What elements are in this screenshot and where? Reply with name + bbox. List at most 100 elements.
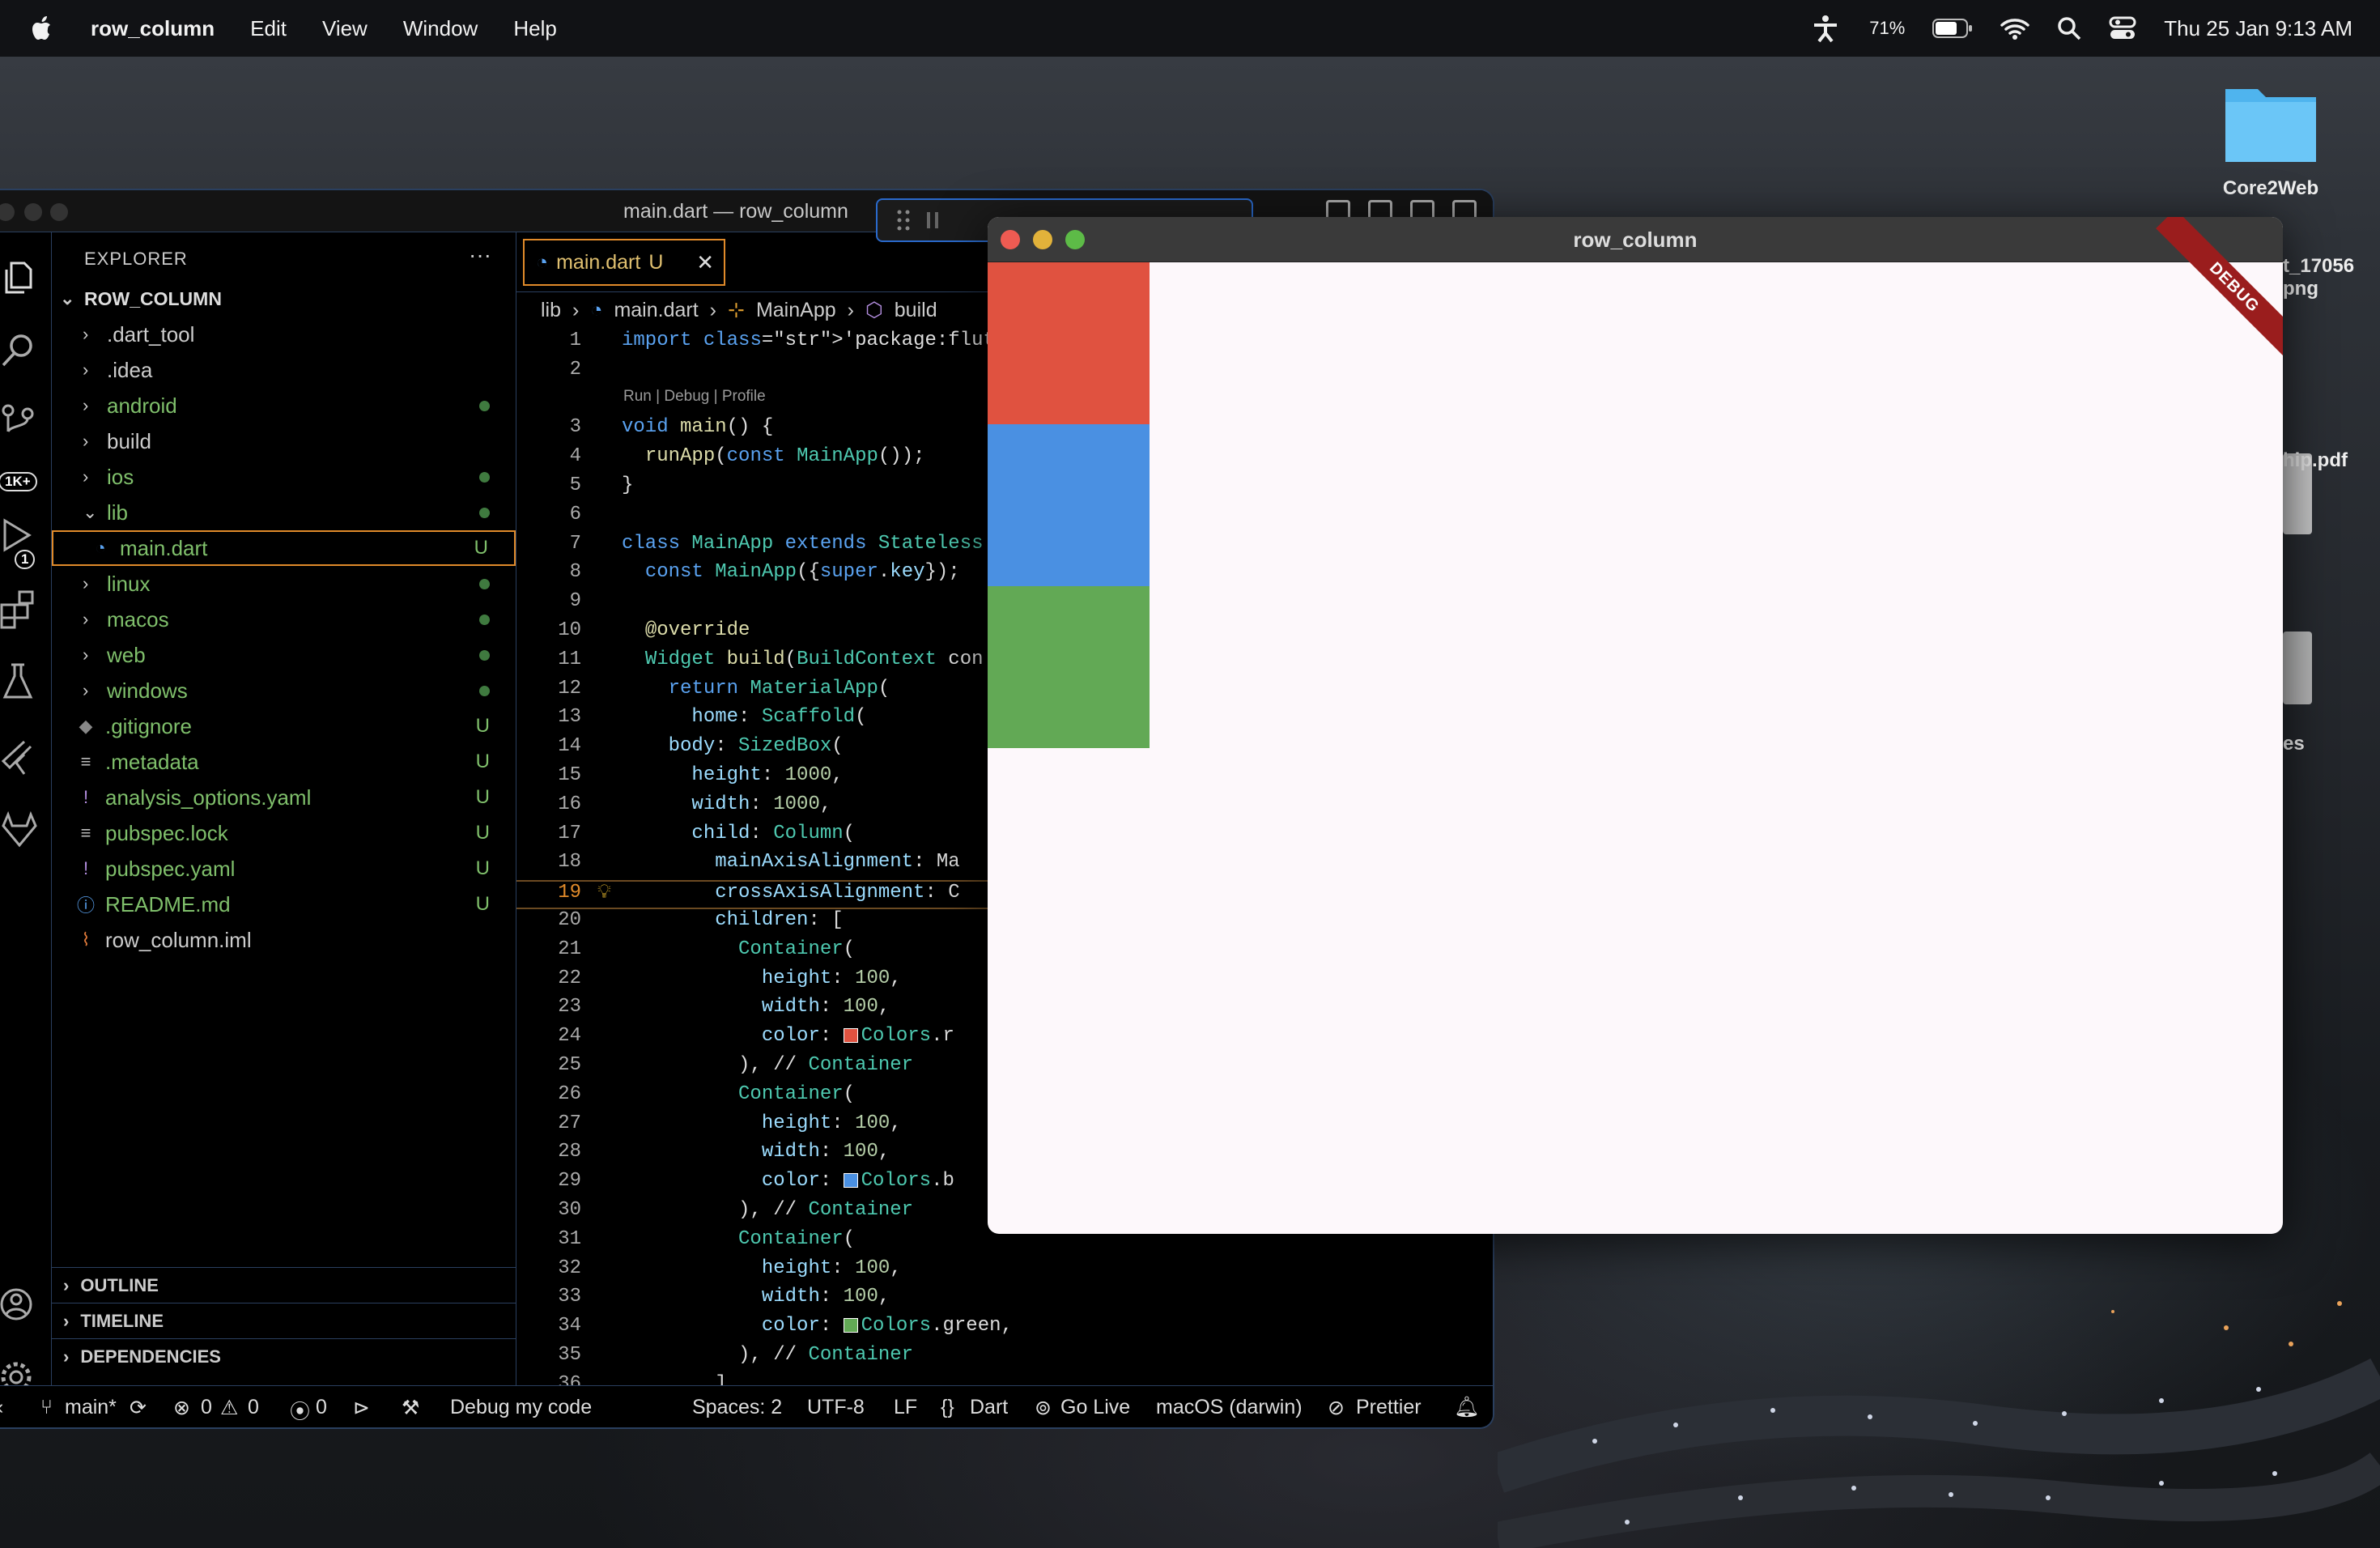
breadcrumb-class[interactable]: MainApp	[756, 299, 836, 322]
source-control-icon[interactable]	[0, 402, 40, 443]
chevron-down-icon: ⌄	[83, 502, 98, 522]
tree-item[interactable]: ≡ .metadata U	[52, 744, 516, 780]
accounts-icon[interactable]	[0, 1285, 40, 1325]
tree-item[interactable]: ≡ pubspec.lock U	[52, 815, 516, 851]
desktop-file-thumb[interactable]	[2283, 453, 2312, 534]
drag-handle-icon[interactable]	[895, 208, 912, 232]
chevron-right-icon: ›	[83, 466, 89, 487]
tree-item[interactable]: › .idea	[52, 352, 516, 388]
section-outline[interactable]: › OUTLINE	[52, 1267, 516, 1303]
error-icon: ⊗	[173, 1397, 190, 1419]
codelens-text[interactable]: Run | Debug | Profile	[623, 388, 766, 406]
code-line[interactable]: 35 ), // Container	[516, 1344, 1493, 1373]
remote-icon[interactable]: ‹	[0, 1396, 3, 1419]
tree-item[interactable]: › android	[52, 388, 516, 423]
more-actions-icon[interactable]: ···	[469, 242, 491, 268]
code-text: void main() {	[622, 416, 774, 439]
app-zoom-button[interactable]	[1065, 230, 1085, 249]
status-ports[interactable]: 0	[316, 1396, 327, 1419]
tree-item-label: linux	[107, 571, 151, 596]
app-minimize-button[interactable]	[1033, 230, 1052, 249]
breadcrumb-file[interactable]: main.dart	[614, 299, 698, 322]
tree-item[interactable]: ⌄ lib	[52, 495, 516, 530]
status-language[interactable]: Dart	[970, 1396, 1008, 1419]
tree-item-label: .dart_tool	[107, 321, 195, 347]
desktop-file-partial[interactable]: es	[2283, 733, 2372, 755]
battery-percent: 71%	[1869, 18, 1906, 38]
code-line[interactable]: 32 height: 100,	[516, 1257, 1493, 1286]
tab-main-dart[interactable]: ◔ main.dart U ✕	[523, 239, 725, 286]
minimize-button[interactable]	[24, 203, 42, 221]
tree-item[interactable]: ◆ .gitignore U	[52, 708, 516, 744]
notifications-icon[interactable]: 🔔︎	[1454, 1396, 1480, 1419]
sync-icon[interactable]: ⟳	[130, 1396, 147, 1420]
menu-help[interactable]: Help	[513, 16, 556, 41]
code-line[interactable]: 34 color: Colors.green,	[516, 1315, 1493, 1344]
status-warnings[interactable]: 0	[248, 1396, 259, 1419]
section-timeline[interactable]: › TIMELINE	[52, 1303, 516, 1338]
tree-item[interactable]: ⌇ row_column.iml	[52, 922, 516, 958]
desktop-file-png-ext: png	[2283, 278, 2318, 300]
app-close-button[interactable]	[1001, 230, 1020, 249]
status-errors[interactable]: 0	[201, 1396, 212, 1419]
search-icon[interactable]	[0, 330, 40, 370]
status-debug[interactable]: Debug my code	[450, 1396, 592, 1419]
search-icon[interactable]	[2057, 16, 2081, 40]
battery-icon[interactable]	[1932, 18, 1973, 39]
code-text: ), // Container	[622, 1053, 914, 1076]
tree-item[interactable]: › macos	[52, 602, 516, 637]
text-file-icon: ≡	[80, 751, 91, 772]
pause-icon[interactable]	[924, 210, 941, 231]
wifi-icon[interactable]	[2000, 17, 2030, 40]
zoom-button[interactable]	[50, 203, 68, 221]
gitlab-icon[interactable]	[0, 811, 40, 852]
apple-icon[interactable]	[26, 12, 58, 45]
tree-item[interactable]: › web	[52, 637, 516, 673]
desktop-file-png[interactable]: t_17056 png	[2283, 255, 2372, 300]
desktop-folder-core2web[interactable]: Core2Web	[2210, 81, 2331, 200]
control-center-icon[interactable]	[2109, 16, 2136, 40]
accessibility-icon[interactable]	[1809, 14, 1842, 43]
tree-item-label: pubspec.lock	[105, 820, 228, 845]
tree-item[interactable]: ◔ main.dart U	[52, 530, 516, 566]
menu-app-name[interactable]: row_column	[91, 16, 215, 41]
breadcrumb-lib[interactable]: lib	[541, 299, 561, 322]
code-text: return MaterialApp(	[668, 677, 890, 700]
tree-item[interactable]: › ios	[52, 459, 516, 495]
menu-clock[interactable]: Thu 25 Jan 9:13 AM	[2164, 16, 2352, 41]
status-prettier[interactable]: Prettier	[1356, 1396, 1422, 1419]
tree-item[interactable]: ⓘ README.md U	[52, 887, 516, 922]
tree-item[interactable]: › .dart_tool	[52, 317, 516, 352]
status-spaces[interactable]: Spaces: 2	[692, 1396, 782, 1419]
tree-item[interactable]: › windows	[52, 673, 516, 708]
close-button[interactable]	[0, 203, 15, 221]
status-golive[interactable]: Go Live	[1060, 1396, 1130, 1419]
code-text: children: [	[715, 908, 844, 931]
section-dependencies[interactable]: › DEPENDENCIES	[52, 1338, 516, 1374]
status-branch[interactable]: main*	[65, 1396, 117, 1419]
menu-window[interactable]: Window	[403, 16, 478, 41]
desktop-file-thumb-2[interactable]	[2283, 632, 2312, 704]
tree-item[interactable]: ! analysis_options.yaml U	[52, 780, 516, 815]
status-encoding[interactable]: UTF-8	[807, 1396, 865, 1419]
menu-edit[interactable]: Edit	[250, 16, 287, 41]
explorer-icon[interactable]	[0, 257, 40, 297]
tree-item[interactable]: › build	[52, 423, 516, 459]
chevron-right-icon: ›	[847, 298, 854, 321]
flutter-icon[interactable]	[0, 738, 40, 779]
code-text: height: 100,	[761, 1257, 902, 1279]
line-number: 5	[569, 474, 581, 496]
testing-icon[interactable]	[0, 661, 40, 702]
status-device[interactable]: macOS (darwin)	[1156, 1396, 1303, 1419]
tree-item[interactable]: › linux	[52, 566, 516, 602]
code-line[interactable]: 33 width: 100,	[516, 1286, 1493, 1315]
extensions-icon[interactable]	[0, 589, 40, 629]
tree-item[interactable]: ! pubspec.yaml U	[52, 851, 516, 887]
explorer-root[interactable]: ⌄ ROW_COLUMN	[52, 281, 516, 317]
menu-view[interactable]: View	[322, 16, 368, 41]
debug-run-icon[interactable]: ⊳	[353, 1396, 370, 1420]
breadcrumb-method[interactable]: build	[895, 299, 937, 322]
close-icon[interactable]: ✕	[696, 250, 714, 275]
status-eol[interactable]: LF	[894, 1396, 917, 1419]
lightbulb-icon[interactable]: 💡︎	[597, 882, 611, 904]
